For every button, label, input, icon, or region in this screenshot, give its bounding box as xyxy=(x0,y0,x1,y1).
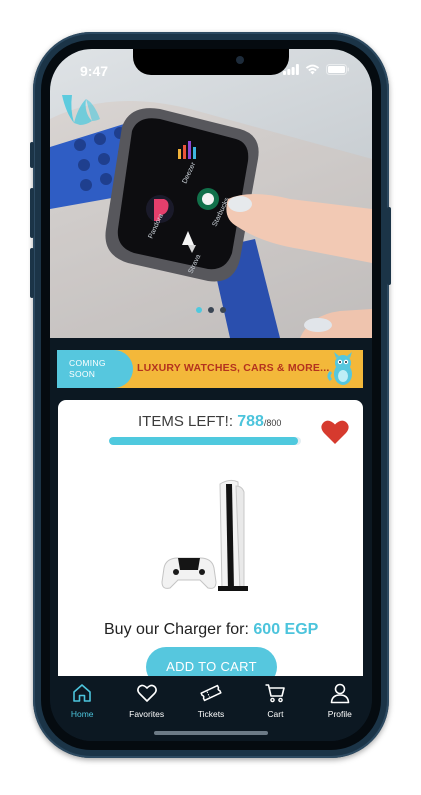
carousel-dot[interactable] xyxy=(220,307,226,313)
battery-icon xyxy=(326,64,349,75)
silent-switch xyxy=(30,142,34,168)
brand-logo-icon xyxy=(62,95,100,125)
coming-soon-label: COMING SOON xyxy=(57,350,133,388)
tab-tickets-label: Tickets xyxy=(197,709,225,719)
volume-up-button xyxy=(30,188,34,238)
banner-headline: LUXURY WATCHES, CARS & MORE... xyxy=(137,362,330,374)
status-icons xyxy=(283,64,350,75)
camera-notch xyxy=(133,49,289,75)
volume-down-button xyxy=(30,248,34,298)
price-line: Buy our Charger for: 600 EGP xyxy=(104,621,318,639)
product-price: 600 EGP xyxy=(253,621,319,638)
items-total: /800 xyxy=(263,418,282,428)
tab-cart-label: Cart xyxy=(267,709,284,719)
product-image xyxy=(161,479,248,591)
buy-text: Buy our Charger for: xyxy=(104,621,249,638)
product-card: ITEMS LEFT!: 788/800 Buy our Charger for… xyxy=(58,400,363,700)
status-time: 9:47 xyxy=(80,63,109,79)
tab-profile[interactable]: Profile xyxy=(308,676,372,741)
tab-favorites-label: Favorites xyxy=(129,709,165,719)
tab-home[interactable]: Home xyxy=(50,676,114,741)
hero-carousel[interactable]: Pandora Deezer Starbucks Strava 9:47 xyxy=(50,49,372,338)
heart-outline-icon xyxy=(136,684,157,702)
person-icon xyxy=(330,683,350,704)
power-button xyxy=(387,207,391,285)
stock-progress-bar xyxy=(109,437,301,445)
wifi-icon xyxy=(305,64,320,75)
cart-icon xyxy=(265,684,286,703)
stock-progress-fill xyxy=(109,437,299,445)
favorite-heart-icon[interactable] xyxy=(321,419,349,445)
starbucks-app-icon xyxy=(197,188,219,210)
home-indicator xyxy=(154,731,268,735)
items-left-label: ITEMS LEFT!: xyxy=(138,413,234,430)
carousel-dot[interactable] xyxy=(196,307,202,313)
ticket-icon xyxy=(200,684,222,702)
items-left-text: ITEMS LEFT!: 788/800 xyxy=(138,413,281,431)
carousel-indicator[interactable] xyxy=(196,307,226,313)
tab-profile-label: Profile xyxy=(327,709,352,719)
tab-home-label: Home xyxy=(70,709,94,719)
items-left-count: 788 xyxy=(237,413,264,430)
home-icon xyxy=(73,684,92,702)
coming-soon-banner[interactable]: COMING SOON LUXURY WATCHES, CARS & MORE.… xyxy=(57,350,363,388)
mascot-icon xyxy=(327,352,352,385)
carousel-dot[interactable] xyxy=(208,307,214,313)
app-screen: Pandora Deezer Starbucks Strava 9:47 COM… xyxy=(50,49,372,741)
signal-icon xyxy=(283,64,299,75)
